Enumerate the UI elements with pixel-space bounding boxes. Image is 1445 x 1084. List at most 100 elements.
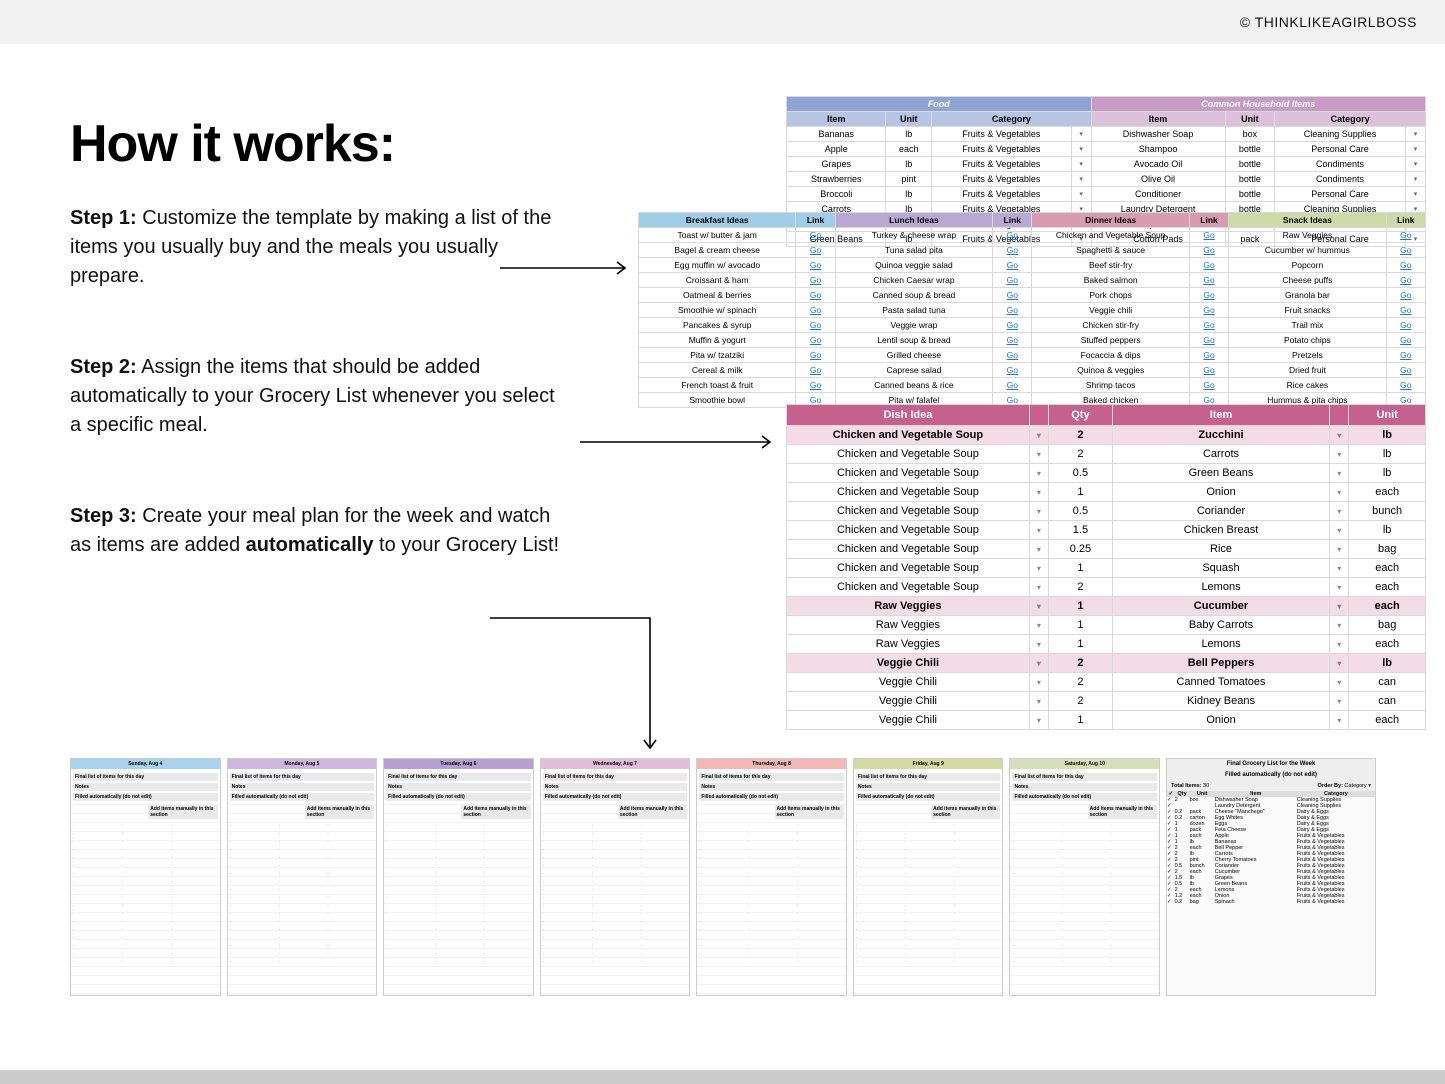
- dropdown-icon[interactable]: ▾: [1330, 445, 1349, 464]
- dropdown-icon[interactable]: ▾: [1029, 426, 1048, 445]
- dropdown-icon[interactable]: ▾: [1405, 142, 1425, 157]
- go-link[interactable]: Go: [1189, 318, 1228, 333]
- dropdown-icon[interactable]: ▾: [1330, 540, 1349, 559]
- dropdown-icon[interactable]: ▾: [1330, 521, 1349, 540]
- go-link[interactable]: Go: [1189, 228, 1228, 243]
- dish-qty: 2: [1048, 426, 1112, 445]
- go-link[interactable]: Go: [1386, 288, 1425, 303]
- go-link[interactable]: Go: [1189, 273, 1228, 288]
- go-link[interactable]: Go: [1386, 258, 1425, 273]
- go-link[interactable]: Go: [993, 333, 1032, 348]
- go-link[interactable]: Go: [1386, 303, 1425, 318]
- go-link[interactable]: Go: [1189, 378, 1228, 393]
- dropdown-icon[interactable]: ▾: [1029, 711, 1048, 730]
- go-link[interactable]: Go: [796, 333, 835, 348]
- dropdown-icon[interactable]: ▾: [1330, 616, 1349, 635]
- dropdown-icon[interactable]: ▾: [1330, 559, 1349, 578]
- dropdown-icon[interactable]: ▾: [1330, 692, 1349, 711]
- go-link[interactable]: Go: [1189, 303, 1228, 318]
- go-link[interactable]: Go: [993, 318, 1032, 333]
- go-link[interactable]: Go: [1189, 333, 1228, 348]
- dropdown-icon[interactable]: ▾: [1029, 578, 1048, 597]
- dropdown-icon[interactable]: ▾: [1029, 483, 1048, 502]
- dropdown-icon[interactable]: ▾: [1029, 540, 1048, 559]
- dropdown-icon[interactable]: ▾: [1405, 172, 1425, 187]
- food-item: Apple: [787, 142, 886, 157]
- go-link[interactable]: Go: [796, 303, 835, 318]
- dish-item: Cucumber: [1112, 597, 1329, 616]
- dropdown-icon[interactable]: ▾: [1330, 654, 1349, 673]
- go-link[interactable]: Go: [796, 348, 835, 363]
- dropdown-icon[interactable]: ▾: [1029, 464, 1048, 483]
- dropdown-icon[interactable]: ▾: [1330, 578, 1349, 597]
- day-sheet: Friday, Aug 9 Final list of items for th…: [853, 758, 1004, 996]
- go-link[interactable]: Go: [796, 273, 835, 288]
- dropdown-icon[interactable]: ▾: [1029, 673, 1048, 692]
- go-link[interactable]: Go: [993, 273, 1032, 288]
- house-unit: bottle: [1225, 142, 1275, 157]
- food-cat: Fruits & Vegetables: [932, 127, 1071, 142]
- dish-qty: 1: [1048, 616, 1112, 635]
- go-link[interactable]: Go: [1189, 243, 1228, 258]
- go-link[interactable]: Go: [993, 303, 1032, 318]
- dropdown-icon[interactable]: ▾: [1330, 673, 1349, 692]
- go-link[interactable]: Go: [796, 258, 835, 273]
- go-link[interactable]: Go: [1386, 318, 1425, 333]
- dropdown-icon[interactable]: ▾: [1029, 502, 1048, 521]
- dropdown-icon[interactable]: ▾: [1029, 559, 1048, 578]
- food-cat: Fruits & Vegetables: [932, 142, 1071, 157]
- dropdown-icon[interactable]: ▾: [1029, 445, 1048, 464]
- dropdown-icon[interactable]: ▾: [1071, 142, 1091, 157]
- go-link[interactable]: Go: [993, 363, 1032, 378]
- dropdown-icon[interactable]: ▾: [1330, 635, 1349, 654]
- dropdown-icon[interactable]: ▾: [1029, 616, 1048, 635]
- go-link[interactable]: Go: [1386, 363, 1425, 378]
- dropdown-icon[interactable]: ▾: [1330, 483, 1349, 502]
- dropdown-icon[interactable]: ▾: [1330, 502, 1349, 521]
- go-link[interactable]: Go: [1386, 333, 1425, 348]
- dropdown-icon[interactable]: ▾: [1405, 127, 1425, 142]
- go-link[interactable]: Go: [796, 378, 835, 393]
- go-link[interactable]: Go: [993, 243, 1032, 258]
- go-link[interactable]: Go: [1189, 288, 1228, 303]
- go-link[interactable]: Go: [1189, 363, 1228, 378]
- idea-cell: Fruit snacks: [1229, 303, 1386, 318]
- go-link[interactable]: Go: [1386, 228, 1425, 243]
- dropdown-icon[interactable]: ▾: [1405, 187, 1425, 202]
- go-link[interactable]: Go: [796, 318, 835, 333]
- dropdown-icon[interactable]: ▾: [1071, 172, 1091, 187]
- go-link[interactable]: Go: [993, 228, 1032, 243]
- go-link[interactable]: Go: [993, 258, 1032, 273]
- dropdown-icon[interactable]: ▾: [1029, 597, 1048, 616]
- go-link[interactable]: Go: [796, 363, 835, 378]
- dish-item: Zucchini: [1112, 426, 1329, 445]
- dish-unit: bunch: [1349, 502, 1426, 521]
- dropdown-icon[interactable]: ▾: [1029, 654, 1048, 673]
- dish-name: Chicken and Vegetable Soup: [787, 540, 1030, 559]
- dropdown-icon[interactable]: ▾: [1071, 187, 1091, 202]
- dropdown-icon[interactable]: ▾: [1405, 157, 1425, 172]
- go-link[interactable]: Go: [1189, 258, 1228, 273]
- food-unit: lb: [886, 157, 932, 172]
- go-link[interactable]: Go: [796, 228, 835, 243]
- dish-name: Chicken and Vegetable Soup: [787, 578, 1030, 597]
- go-link[interactable]: Go: [1386, 243, 1425, 258]
- go-link[interactable]: Go: [1189, 348, 1228, 363]
- dropdown-icon[interactable]: ▾: [1029, 635, 1048, 654]
- dropdown-icon[interactable]: ▾: [1071, 157, 1091, 172]
- go-link[interactable]: Go: [993, 378, 1032, 393]
- dropdown-icon[interactable]: ▾: [1330, 711, 1349, 730]
- go-link[interactable]: Go: [796, 288, 835, 303]
- go-link[interactable]: Go: [1386, 348, 1425, 363]
- go-link[interactable]: Go: [993, 288, 1032, 303]
- go-link[interactable]: Go: [1386, 378, 1425, 393]
- go-link[interactable]: Go: [993, 348, 1032, 363]
- dropdown-icon[interactable]: ▾: [1330, 597, 1349, 616]
- go-link[interactable]: Go: [1386, 273, 1425, 288]
- dropdown-icon[interactable]: ▾: [1330, 464, 1349, 483]
- dropdown-icon[interactable]: ▾: [1029, 692, 1048, 711]
- go-link[interactable]: Go: [796, 243, 835, 258]
- dropdown-icon[interactable]: ▾: [1029, 521, 1048, 540]
- dropdown-icon[interactable]: ▾: [1330, 426, 1349, 445]
- dropdown-icon[interactable]: ▾: [1071, 127, 1091, 142]
